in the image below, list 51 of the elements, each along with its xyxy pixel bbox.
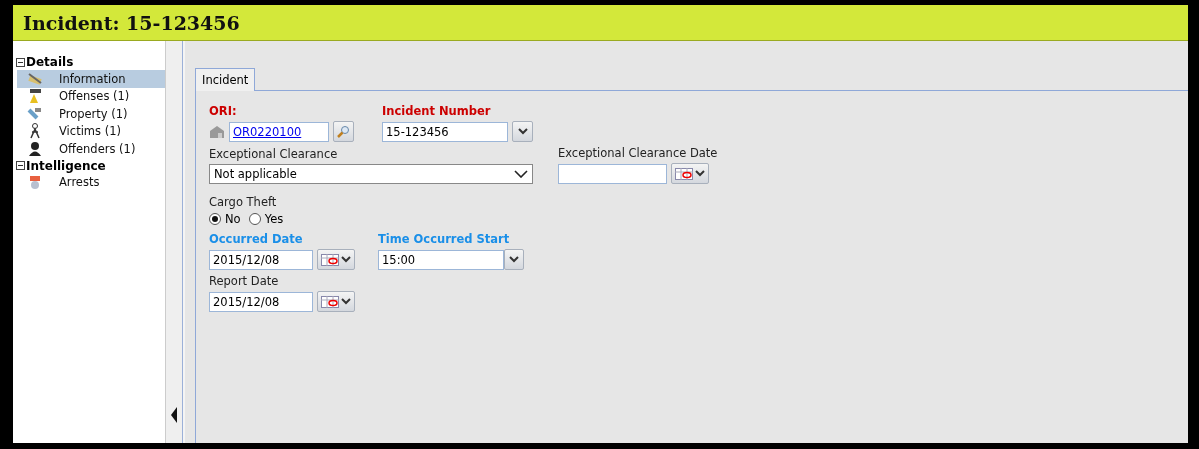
collapse-icon[interactable] bbox=[16, 161, 25, 170]
collapse-icon[interactable] bbox=[16, 57, 25, 67]
field-label: Exceptional Clearance bbox=[209, 147, 339, 161]
sidebar-item[interactable]: Offenses (1) bbox=[17, 87, 165, 105]
field-label: Incident Number bbox=[382, 104, 492, 118]
caret-icon bbox=[341, 298, 351, 305]
field-label: Exceptional Clearance Date bbox=[558, 146, 718, 160]
radio-button[interactable] bbox=[209, 213, 221, 225]
sidebar-item[interactable]: Offenders (1) bbox=[17, 140, 165, 158]
sidebar-item[interactable]: Information bbox=[17, 70, 165, 88]
exceptional-clearance-select[interactable]: Not applicable bbox=[209, 164, 533, 184]
date-picker-button[interactable] bbox=[317, 249, 355, 270]
field-label: Occurred Date bbox=[209, 232, 304, 246]
sidebar-item[interactable]: Property (1) bbox=[17, 105, 165, 123]
time-field[interactable]: 15:00 bbox=[378, 249, 504, 270]
calendar-icon bbox=[675, 167, 693, 180]
window-title: Incident: 15-123456 bbox=[23, 11, 240, 34]
search-icon bbox=[337, 125, 350, 138]
dropdown-button[interactable] bbox=[504, 249, 524, 270]
tree-group-label[interactable]: Details bbox=[26, 55, 74, 69]
calendar-icon bbox=[321, 253, 339, 266]
dropdown-button[interactable] bbox=[512, 121, 533, 142]
date-picker-button[interactable] bbox=[671, 163, 709, 184]
caret-icon bbox=[341, 256, 351, 263]
sidebar-item[interactable]: Arrests bbox=[17, 173, 165, 191]
field-label: Time Occurred Start bbox=[378, 232, 511, 246]
sidebar-item[interactable]: Victims (1) bbox=[17, 122, 165, 140]
radio-dot-icon bbox=[212, 216, 218, 222]
caret-icon bbox=[509, 256, 519, 263]
building-icon bbox=[209, 124, 225, 139]
tab[interactable]: Incident bbox=[195, 68, 256, 91]
caret-icon bbox=[517, 128, 528, 135]
search-button[interactable] bbox=[333, 121, 354, 142]
field-label: Cargo Theft bbox=[209, 195, 278, 209]
radio-option[interactable]: Yes bbox=[248, 212, 284, 226]
field-label: ORI: bbox=[209, 104, 238, 118]
ori-link[interactable]: OR0220100 bbox=[233, 124, 302, 139]
date-field[interactable]: 2015/12/08 bbox=[209, 291, 313, 312]
radio-button[interactable] bbox=[248, 213, 261, 225]
caret-icon bbox=[695, 170, 705, 177]
date-picker-button[interactable] bbox=[317, 291, 355, 312]
tree-group-label[interactable]: Intelligence bbox=[26, 158, 106, 173]
calendar-icon bbox=[321, 295, 339, 308]
incident-number-field[interactable]: 15-123456 bbox=[382, 121, 508, 142]
collapse-arrow-icon[interactable] bbox=[171, 407, 177, 423]
field-label: Report Date bbox=[209, 274, 280, 288]
date-field[interactable] bbox=[558, 163, 667, 184]
ori-field[interactable]: OR0220100 bbox=[229, 121, 329, 142]
chevron-down-icon bbox=[514, 170, 528, 178]
date-field[interactable]: 2015/12/08 bbox=[209, 249, 313, 270]
radio-option[interactable]: No bbox=[209, 212, 241, 226]
